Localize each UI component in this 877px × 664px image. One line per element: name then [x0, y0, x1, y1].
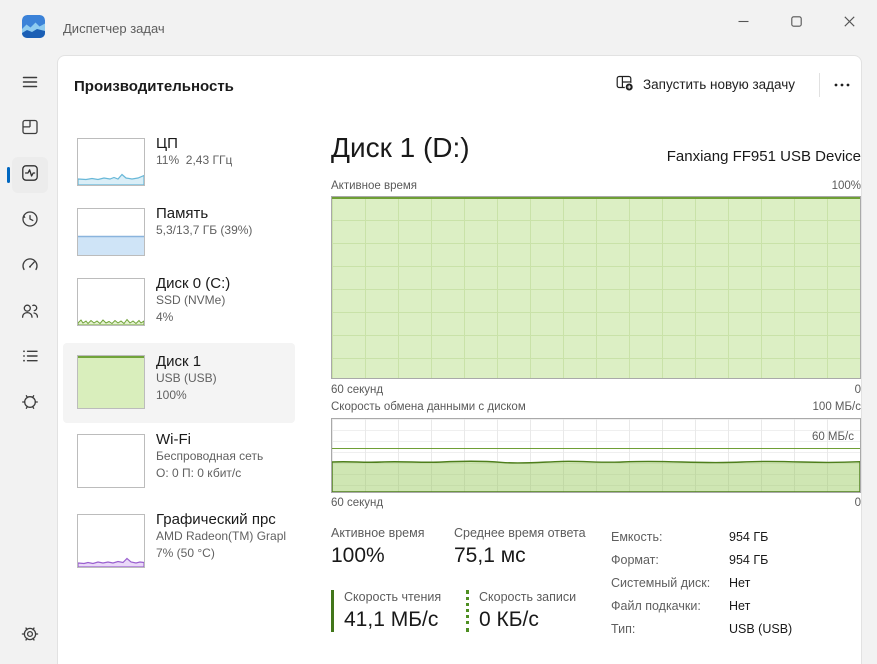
sidebar-item-sub: 4%: [156, 309, 230, 326]
nav-details-button[interactable]: [12, 340, 48, 376]
sidebar-item-disk1[interactable]: Диск 1 USB (USB) 100%: [63, 343, 295, 423]
nav-processes-button[interactable]: [12, 111, 48, 147]
minimize-button[interactable]: [721, 2, 765, 40]
stat-read-speed: Скорость чтения 41,1 МБ/с: [331, 590, 441, 632]
nav-app-history-button[interactable]: [12, 203, 48, 239]
ellipsis-icon: [833, 75, 851, 93]
sidebar-item-sub: Беспроводная сеть: [156, 448, 263, 465]
sidebar-item-sub: 5,3/13,7 ГБ (39%): [156, 222, 252, 239]
run-new-task-label: Запустить новую задачу: [643, 77, 795, 92]
page-title: Производительность: [74, 78, 234, 95]
nav-users-button[interactable]: [12, 295, 48, 331]
active-time-chart[interactable]: [331, 196, 861, 379]
sidebar-item-sub: SSD (NVMe): [156, 292, 230, 309]
content-card: Производительность Запустить новую задач…: [57, 55, 862, 664]
device-name: Fanxiang FF951 USB Device: [667, 148, 861, 165]
gauge-icon: [20, 255, 40, 280]
sidebar-item-wifi[interactable]: Wi-Fi Беспроводная сеть О: 0 П: 0 кбит/с: [63, 424, 295, 502]
sidebar-item-memory[interactable]: Память 5,3/13,7 ГБ (39%): [63, 198, 295, 266]
close-button[interactable]: [827, 2, 871, 40]
stat-active-time: Активное время 100%: [331, 526, 424, 568]
run-new-task-button[interactable]: Запустить новую задачу: [610, 69, 801, 99]
sidebar-item-gpu[interactable]: Графический прс AMD Radeon(TM) Grapl 7% …: [63, 504, 295, 580]
details-list-icon: [20, 346, 40, 371]
history-icon: [20, 209, 40, 234]
gear-icon: [20, 624, 40, 649]
new-task-icon: [616, 74, 634, 95]
sidebar-item-sub: USB (USB): [156, 370, 217, 387]
sidebar-item-title: Диск 0 (C:): [156, 275, 230, 292]
sidebar-item-sub: 11% 2,43 ГГц: [156, 152, 232, 169]
disk1-mini-chart: [77, 355, 145, 409]
cpu-mini-chart: [77, 138, 145, 186]
active-time-x-right: 0: [855, 384, 861, 396]
header-divider: [819, 73, 820, 97]
sidebar-item-title: ЦП: [156, 135, 232, 152]
sidebar-item-sub: О: 0 П: 0 кбит/с: [156, 465, 263, 482]
memory-mini-chart: [77, 208, 145, 256]
nav-startup-apps-button[interactable]: [12, 249, 48, 285]
maximize-button[interactable]: [774, 2, 818, 40]
stat-write-speed: Скорость записи 0 КБ/с: [466, 590, 576, 632]
services-icon: [20, 392, 40, 417]
processes-icon: [20, 117, 40, 142]
task-manager-app-icon: [22, 15, 45, 38]
active-time-chart-label: Активное время: [331, 180, 417, 192]
selected-nav-accent: [7, 167, 10, 183]
transfer-chart-label: Скорость обмена данными с диском: [331, 401, 526, 413]
window-title: Диспетчер задач: [63, 21, 165, 36]
active-time-chart-max: 100%: [832, 180, 861, 192]
disk-page-title: Диск 1 (D:): [331, 132, 470, 164]
nav-performance-button[interactable]: [12, 157, 48, 193]
hamburger-menu-button[interactable]: [12, 66, 48, 102]
sidebar-item-sub: AMD Radeon(TM) Grapl: [156, 528, 286, 545]
nav-services-button[interactable]: [12, 386, 48, 422]
wifi-mini-chart: [77, 434, 145, 488]
read-speed-area: [332, 419, 860, 492]
sidebar-item-sub: 7% (50 °C): [156, 545, 286, 562]
transfer-rate-chart[interactable]: 60 МБ/с: [331, 418, 861, 493]
sidebar-item-disk0[interactable]: Диск 0 (C:) SSD (NVMe) 4%: [63, 268, 295, 342]
active-time-series-line: [332, 197, 860, 199]
sidebar-item-title: Память: [156, 205, 252, 222]
transfer-x-right: 0: [855, 497, 861, 509]
performance-icon: [20, 163, 40, 188]
sidebar-item-title: Графический прс: [156, 511, 286, 528]
more-options-button[interactable]: [826, 70, 858, 98]
gpu-mini-chart: [77, 514, 145, 568]
transfer-chart-max: 100 МБ/с: [813, 401, 861, 413]
sidebar-item-sub: 100%: [156, 387, 217, 404]
sidebar-item-title: Wi-Fi: [156, 431, 263, 448]
transfer-x-left: 60 секунд: [331, 497, 383, 509]
disk0-mini-chart: [77, 278, 145, 326]
active-time-x-left: 60 секунд: [331, 384, 383, 396]
users-icon: [20, 301, 40, 326]
sidebar-item-title: Диск 1: [156, 353, 217, 370]
sidebar-item-cpu[interactable]: ЦП 11% 2,43 ГГц: [63, 128, 295, 196]
hamburger-icon: [20, 72, 40, 97]
settings-button[interactable]: [12, 618, 48, 654]
stat-avg-response: Среднее время ответа 75,1 мс: [454, 526, 586, 568]
